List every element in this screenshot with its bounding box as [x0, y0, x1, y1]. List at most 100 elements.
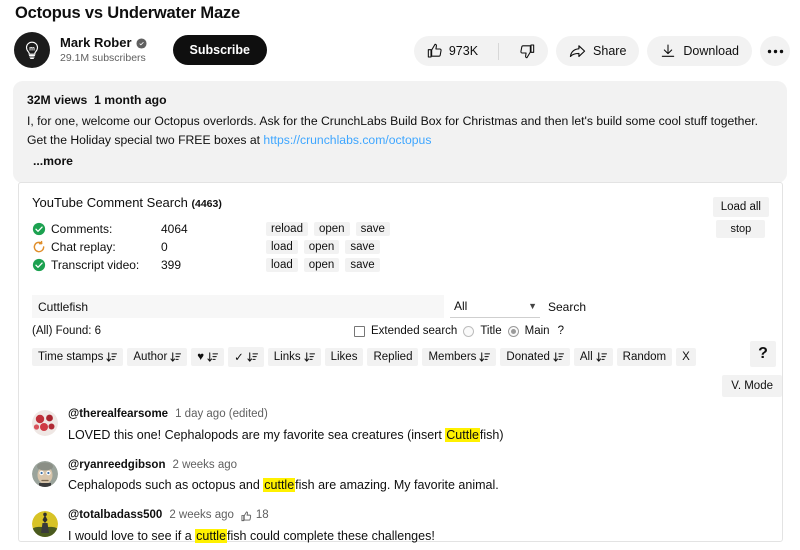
- filter-time-stamps-button[interactable]: Time stamps: [32, 348, 124, 366]
- download-button[interactable]: Download: [647, 36, 752, 66]
- chat-replay-open-button[interactable]: open: [303, 240, 340, 254]
- filter-label: Donated: [506, 351, 550, 363]
- comments-reload-button[interactable]: reload: [266, 222, 308, 236]
- search-help-inline-icon[interactable]: ?: [558, 325, 564, 337]
- load-all-button[interactable]: Load all: [712, 197, 769, 217]
- channel-name[interactable]: Mark Rober: [60, 35, 132, 51]
- like-dislike-group: 973K: [413, 36, 549, 66]
- main-radio-label[interactable]: Main: [525, 325, 550, 337]
- avatar[interactable]: [32, 511, 58, 538]
- chat-replay-save-button[interactable]: save: [345, 240, 380, 254]
- comment-search-panel: YouTube Comment Search (4463) Load all s…: [18, 182, 783, 545]
- comment-header: @therealfearsome 1 day ago (edited): [68, 408, 732, 422]
- video-description[interactable]: 32M views 1 month ago I, for one, welcom…: [13, 81, 787, 183]
- publish-date: 1 month ago: [94, 93, 167, 107]
- extended-search-checkbox[interactable]: [354, 325, 365, 337]
- page-title: Octopus vs Underwater Maze: [15, 4, 240, 22]
- list-item: @totalbadass500 2 weeks ago 18 I would l…: [32, 509, 732, 545]
- user-avatar-icon: [32, 511, 58, 538]
- status-value-transcript: 399: [161, 258, 182, 272]
- comment-timestamp: 2 weeks ago: [169, 509, 234, 522]
- sort-descending-icon: [479, 351, 491, 362]
- search-highlight: Cuttle: [445, 427, 480, 442]
- download-label: Download: [683, 44, 739, 58]
- filter-bar: Time stamps Author ♥ ✓ Links Likes Repli…: [32, 347, 696, 367]
- user-avatar-icon: [32, 460, 58, 487]
- check-circle-icon: [32, 222, 46, 236]
- search-row: All ▼ Search: [32, 294, 772, 318]
- filter-all-button[interactable]: All: [573, 348, 613, 366]
- transcript-load-button[interactable]: load: [266, 258, 298, 272]
- verified-badge-icon: [135, 38, 147, 49]
- filter-label: Links: [273, 351, 301, 363]
- filter-random-button[interactable]: Random: [616, 348, 673, 366]
- comment-author[interactable]: @therealfearsome: [68, 408, 168, 422]
- comment-header: @ryanreedgibson 2 weeks ago: [68, 459, 732, 473]
- more-actions-button[interactable]: [760, 36, 790, 66]
- search-input[interactable]: [32, 295, 444, 318]
- comment-body: @ryanreedgibson 2 weeks ago Cephalopods …: [68, 459, 732, 495]
- filter-label: All: [579, 351, 593, 363]
- filter-likes-button[interactable]: Likes: [324, 348, 364, 366]
- comments-open-button[interactable]: open: [313, 222, 350, 236]
- share-button[interactable]: Share: [556, 36, 640, 66]
- channel-avatar[interactable]: m: [14, 32, 50, 68]
- comments-save-button[interactable]: save: [355, 222, 390, 236]
- filter-label: Members: [428, 351, 477, 363]
- search-button[interactable]: Search: [548, 300, 586, 314]
- filter-author-button[interactable]: Author: [127, 348, 188, 366]
- filter-donated-button[interactable]: Donated: [500, 348, 570, 366]
- thumbs-up-icon: [427, 43, 442, 58]
- filter-links-button[interactable]: Links: [267, 348, 321, 366]
- status-row-transcript: Transcript video: 399 load open save: [32, 256, 390, 274]
- like-button[interactable]: 973K: [414, 36, 491, 66]
- comment-author[interactable]: @totalbadass500: [68, 509, 162, 523]
- chat-replay-load-button[interactable]: load: [266, 240, 298, 254]
- share-arrow-icon: [569, 44, 586, 57]
- filter-label: Random: [622, 351, 667, 363]
- filter-checked-button[interactable]: ✓: [228, 347, 264, 367]
- load-all-group: Load all stop: [712, 197, 769, 238]
- filter-replied-button[interactable]: Replied: [367, 348, 419, 366]
- title-radio-label[interactable]: Title: [480, 325, 501, 337]
- title-radio[interactable]: [463, 325, 475, 337]
- help-button[interactable]: ?: [750, 341, 776, 367]
- comment-timestamp: 2 weeks ago: [172, 458, 238, 471]
- search-scope-select[interactable]: All ▼: [450, 294, 540, 318]
- transcript-save-button[interactable]: save: [345, 258, 380, 272]
- transcript-open-button[interactable]: open: [303, 258, 340, 272]
- sort-descending-icon: [596, 351, 607, 362]
- subscribe-button[interactable]: Subscribe: [172, 35, 267, 65]
- status-value-chat-replay: 0: [161, 240, 168, 254]
- comment-author[interactable]: @ryanreedgibson: [68, 459, 166, 473]
- panel-title-text: YouTube Comment Search: [32, 195, 188, 210]
- sort-descending-icon: [106, 351, 118, 362]
- main-radio[interactable]: [507, 325, 519, 337]
- download-arrow-icon: [662, 44, 675, 57]
- search-scope-dropdown[interactable]: All: [450, 294, 540, 318]
- dislike-button[interactable]: [506, 36, 548, 66]
- search-highlight: cuttle: [195, 529, 228, 544]
- like-count: 973K: [448, 44, 479, 58]
- extended-search-label[interactable]: Extended search: [371, 325, 457, 337]
- channel-meta: Mark Rober 29.1M subscribers: [60, 35, 147, 64]
- comment-like-count-group: 18: [241, 509, 269, 523]
- stop-button[interactable]: stop: [716, 220, 766, 238]
- avatar[interactable]: [32, 460, 58, 487]
- check-circle-icon: [32, 258, 46, 272]
- filter-hearted-button[interactable]: ♥: [191, 348, 225, 366]
- description-link[interactable]: https://crunchlabs.com/octopus: [263, 133, 431, 147]
- panel-title: YouTube Comment Search (4463): [32, 195, 222, 210]
- avatar[interactable]: [32, 410, 58, 436]
- video-mode-button[interactable]: V. Mode: [722, 375, 782, 397]
- list-item: @ryanreedgibson 2 weeks ago Cephalopods …: [32, 459, 732, 495]
- youtube-video-page: Octopus vs Underwater Maze m Mark Rober …: [0, 0, 800, 550]
- filter-label: Author: [133, 351, 168, 363]
- filter-members-button[interactable]: Members: [422, 348, 497, 366]
- comment-body: @totalbadass500 2 weeks ago 18 I would l…: [68, 509, 732, 545]
- found-row: (All) Found: 6 Extended search Title Mai…: [32, 325, 772, 337]
- filter-clear-button[interactable]: X: [676, 348, 696, 366]
- description-more-button[interactable]: ...more: [33, 152, 773, 171]
- filter-label: Replied: [373, 351, 413, 363]
- list-item: @therealfearsome 1 day ago (edited) LOVE…: [32, 408, 732, 444]
